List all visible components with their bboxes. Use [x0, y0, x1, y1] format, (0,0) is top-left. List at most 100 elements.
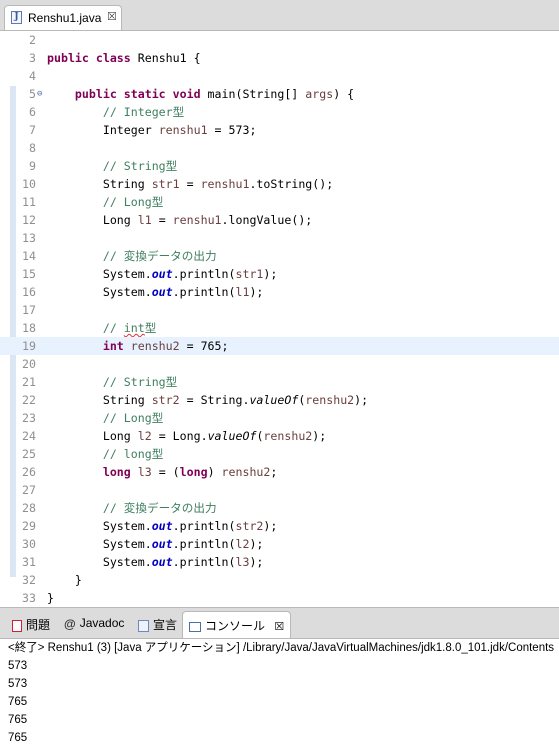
fold-collapse-icon[interactable]: ⊖ [37, 85, 42, 103]
console-output[interactable]: <終了> Renshu1 (3) [Java アプリケーション] /Librar… [8, 640, 559, 747]
editor-tab-renshu1[interactable]: J Renshu1.java ☒ [4, 5, 122, 30]
line-number: 28 [22, 501, 36, 515]
code-line[interactable]: 32 } [0, 571, 559, 589]
code-line[interactable]: 24 Long l2 = Long.valueOf(renshu2); [0, 427, 559, 445]
code-token: l3 [137, 465, 152, 479]
code-line[interactable]: 23 // Long型 [0, 409, 559, 427]
close-icon[interactable]: ☒ [107, 10, 117, 23]
code-line[interactable]: 8 [0, 139, 559, 157]
code-line[interactable]: 29 System.out.println(str2); [0, 517, 559, 535]
code-line[interactable]: 14 // 変換データの出力 [0, 247, 559, 265]
console-icon [189, 621, 201, 632]
code-token: l2 [235, 537, 250, 551]
code-line[interactable]: 13 [0, 229, 559, 247]
code-token: System. [47, 537, 152, 551]
code-token: out [151, 267, 173, 281]
editor-tab-bar: J Renshu1.java ☒ [0, 0, 559, 31]
code-token: // Integer型 [102, 105, 185, 119]
code-line[interactable]: 27 [0, 481, 559, 499]
console-close-icon[interactable]: ☒ [274, 621, 284, 633]
code-line[interactable]: 19 int renshu2 = 765; [0, 337, 559, 355]
code-line[interactable]: 17 [0, 301, 559, 319]
code-text: public class Renshu1 { [47, 49, 201, 67]
console-output-line: 765 [8, 732, 28, 744]
code-line[interactable]: 7 Integer renshu1 = 573; [0, 121, 559, 139]
code-line[interactable]: 4 [0, 67, 559, 85]
code-text: } [47, 589, 54, 607]
code-line[interactable]: 10 String str1 = renshu1.toString(); [0, 175, 559, 193]
code-line[interactable]: 28 // 変換データの出力 [0, 499, 559, 517]
code-line[interactable]: 2 [0, 31, 559, 49]
code-token: ; [270, 465, 278, 479]
code-token: ); [263, 519, 278, 533]
code-token: // long型 [102, 447, 164, 461]
code-line[interactable]: 30 System.out.println(l2); [0, 535, 559, 553]
code-token: Integer [47, 123, 159, 137]
code-line[interactable]: 21 // String型 [0, 373, 559, 391]
line-number: 24 [22, 429, 36, 443]
line-number: 19 [22, 339, 36, 353]
code-token: int [102, 339, 131, 353]
code-token: = [151, 213, 173, 227]
code-line[interactable]: 22 String str2 = String.valueOf(renshu2)… [0, 391, 559, 409]
line-number: 11 [22, 195, 36, 209]
code-token: Renshu1 { [137, 51, 201, 65]
code-token: l1 [235, 285, 250, 299]
code-token: String [47, 393, 152, 407]
code-token: .println( [172, 537, 236, 551]
code-token: valueOf [207, 429, 257, 443]
code-token: l2 [137, 429, 152, 443]
code-line[interactable]: 15 System.out.println(str1); [0, 265, 559, 283]
console-output-line: 765 [8, 696, 28, 708]
code-line[interactable]: 3 public class Renshu1 { [0, 49, 559, 67]
code-text: System.out.println(str2); [47, 517, 278, 535]
code-line[interactable]: 18 // int型 [0, 319, 559, 337]
code-line[interactable]: 20 [0, 355, 559, 373]
tab-problems-label: 問題 [26, 618, 51, 632]
line-number: 12 [22, 213, 36, 227]
line-number: 26 [22, 465, 36, 479]
tab-javadoc[interactable]: @ Javadoc [64, 616, 124, 634]
code-line[interactable]: 11 // Long型 [0, 193, 559, 211]
code-line[interactable]: 26 long l3 = (long) renshu2; [0, 463, 559, 481]
code-token: out [151, 537, 173, 551]
line-number: 10 [22, 177, 36, 191]
line-number: 8 [29, 141, 36, 155]
code-token: 型 [144, 321, 157, 335]
code-line[interactable]: 12 Long l1 = renshu1.longValue(); [0, 211, 559, 229]
code-text: System.out.println(str1); [47, 265, 278, 283]
line-number: 5 [29, 87, 36, 101]
line-number: 7 [29, 123, 36, 137]
code-line[interactable]: 9 // String型 [0, 157, 559, 175]
line-number: 20 [22, 357, 36, 371]
tab-problems[interactable]: 問題 [12, 616, 50, 634]
code-token: // 変換データの出力 [102, 249, 217, 263]
code-line[interactable]: 31 System.out.println(l3); [0, 553, 559, 571]
problems-icon [12, 619, 22, 632]
code-area[interactable]: 2 3 public class Renshu1 {4 5 ⊖ public stati… [0, 31, 559, 607]
code-token: .println( [172, 555, 236, 569]
code-token: long [102, 465, 138, 479]
code-token: // Long型 [102, 411, 164, 425]
code-text: Long l2 = Long.valueOf(renshu2); [47, 427, 326, 445]
code-line[interactable]: 25 // long型 [0, 445, 559, 463]
code-line[interactable]: 16 System.out.println(l1); [0, 283, 559, 301]
code-line[interactable]: 33} [0, 589, 559, 607]
code-token: renshu2 [263, 429, 313, 443]
code-text: // Long型 [47, 409, 163, 427]
tab-declaration[interactable]: 宣言 [138, 616, 177, 634]
code-token: System. [47, 267, 152, 281]
tab-console[interactable]: コンソール ☒ [182, 611, 292, 638]
code-text: } [47, 571, 82, 589]
code-token: Long [47, 213, 138, 227]
code-text: int renshu2 = 765; [47, 337, 229, 355]
code-token: out [151, 519, 173, 533]
code-line[interactable]: 6 // Integer型 [0, 103, 559, 121]
code-editor[interactable]: 2 3 public class Renshu1 {4 5 ⊖ public stati… [0, 31, 559, 606]
bottom-panel: 問題 @ Javadoc 宣言 コンソール ☒ <終了> Renshu1 (3) … [0, 607, 559, 744]
code-line[interactable]: 5 ⊖ public static void main(String[] args… [0, 85, 559, 103]
code-token: renshu2 [221, 465, 271, 479]
